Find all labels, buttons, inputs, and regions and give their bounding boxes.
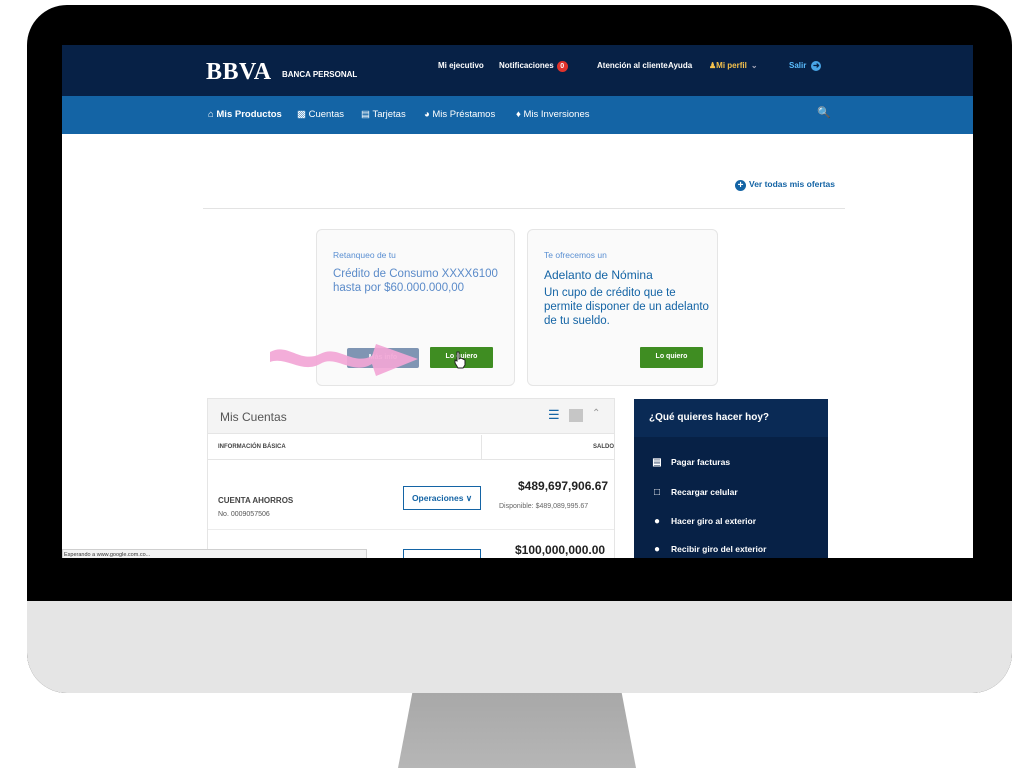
operaciones-label: Operaciones xyxy=(411,493,464,503)
bbva-logo[interactable]: BBVA xyxy=(206,59,272,86)
search-icon[interactable]: 🔍 xyxy=(817,106,831,119)
mi-ejecutivo-link[interactable]: Mi ejecutivo xyxy=(438,61,484,70)
cuentas-icon: ▩ xyxy=(297,109,306,120)
ver-todas-ofertas-link[interactable]: + Ver todas mis ofertas xyxy=(735,179,835,191)
browser-viewport: BBVA BANCA PERSONAL Mi ejecutivo Notific… xyxy=(62,45,973,558)
monitor-chin xyxy=(27,601,1012,693)
chevron-up-icon[interactable]: ⌃ xyxy=(592,408,600,419)
action-label: Recargar celular xyxy=(671,487,738,497)
browser-status-bar: Esperando a www.google.com.co... xyxy=(62,549,367,558)
row-separator xyxy=(208,529,614,530)
desktop-mockup: BBVA BANCA PERSONAL Mi ejecutivo Notific… xyxy=(0,0,1024,768)
quick-actions-panel: ¿Qué quieres hacer hoy? ▤ Pagar facturas … xyxy=(634,399,828,558)
logo-subtitle: BANCA PERSONAL xyxy=(282,70,358,79)
money-bag-icon: ● xyxy=(653,516,661,527)
section-divider xyxy=(203,208,845,209)
account-balance: $100,000,000.00 xyxy=(515,543,606,557)
mis-cuentas-panel: Mis Cuentas ☰ ⌃ INFORMACIÓN BÁSICA SALDO… xyxy=(207,398,615,558)
available-balance: Disponible: $489,089,995.67 xyxy=(499,503,589,510)
chevron-down-icon: ∨ xyxy=(465,493,473,503)
notificaciones-label: Notificaciones xyxy=(499,61,554,70)
account-name[interactable]: CUENTA AHORROS xyxy=(218,496,293,505)
offer-title: Crédito de Consumo XXXX6100 hasta por $6… xyxy=(333,268,498,294)
logout-icon: ➜ xyxy=(811,61,822,71)
nav-label: Mis Préstamos xyxy=(432,109,496,120)
chart-view-icon[interactable] xyxy=(569,409,583,422)
mis-cuentas-title: Mis Cuentas xyxy=(220,410,287,424)
action-label: Recibir giro del exterior xyxy=(671,544,767,554)
pointer-arrow-annotation xyxy=(270,344,418,376)
top-header: BBVA BANCA PERSONAL Mi ejecutivo Notific… xyxy=(62,45,973,96)
account-number: No. 0009057506 xyxy=(218,511,270,518)
offer-title: Adelanto de Nómina xyxy=(544,268,653,282)
home-icon: ⌂ xyxy=(208,109,214,120)
chevron-down-icon: ⌄ xyxy=(750,61,758,70)
nav-label: Mis Inversiones xyxy=(523,109,590,120)
column-header-info: INFORMACIÓN BÁSICA xyxy=(218,444,286,450)
operaciones-dropdown[interactable]: Operaciones ∨ xyxy=(403,486,481,510)
offer-intro: Te ofrecemos un xyxy=(544,250,607,260)
offer-intro: Retanqueo de tu xyxy=(333,250,396,260)
column-divider xyxy=(481,435,482,460)
operaciones-dropdown[interactable] xyxy=(403,549,481,558)
nav-label: Cuentas xyxy=(308,109,345,120)
mis-cuentas-header: Mis Cuentas ☰ ⌃ xyxy=(208,399,614,434)
salir-label: Salir xyxy=(789,61,807,70)
card-icon: ▤ xyxy=(361,109,370,120)
nav-label: Tarjetas xyxy=(372,109,406,120)
action-label: Hacer giro al exterior xyxy=(671,516,757,526)
investment-icon: ♦ xyxy=(516,109,521,120)
column-header-saldo: SALDO xyxy=(593,444,614,450)
hand-cursor-icon xyxy=(454,351,466,369)
ayuda-link[interactable]: Ayuda xyxy=(668,61,692,70)
nav-mis-inversiones[interactable]: ♦ Mis Inversiones xyxy=(516,109,590,120)
hacer-giro-exterior-link[interactable]: ● Hacer giro al exterior xyxy=(651,516,756,527)
header-separator xyxy=(208,459,614,460)
nav-cuentas[interactable]: ▩ Cuentas xyxy=(297,109,344,120)
recargar-celular-link[interactable]: □ Recargar celular xyxy=(651,487,738,498)
money-bag-icon: ● xyxy=(653,544,661,555)
recibir-giro-exterior-link[interactable]: ● Recibir giro del exterior xyxy=(651,544,766,555)
nav-mis-productos[interactable]: ⌂ Mis Productos xyxy=(208,109,282,120)
quick-actions-header: ¿Qué quieres hacer hoy? xyxy=(634,399,828,437)
mi-perfil-dropdown[interactable]: ♟Mi perfil ⌄ xyxy=(709,61,758,70)
list-view-icon[interactable]: ☰ xyxy=(548,407,560,423)
notification-badge: 0 xyxy=(556,61,568,72)
nav-tarjetas[interactable]: ▤ Tarjetas xyxy=(361,109,406,120)
nav-label: Mis Productos xyxy=(216,109,282,120)
ver-ofertas-label: Ver todas mis ofertas xyxy=(749,179,835,189)
nav-mis-prestamos[interactable]: ◕ Mis Préstamos xyxy=(424,109,495,120)
lo-quiero-button[interactable]: Lo quiero xyxy=(640,347,703,368)
phone-topup-icon: □ xyxy=(653,487,661,498)
main-nav: ⌂ Mis Productos ▩ Cuentas ▤ Tarjetas ◕ M… xyxy=(62,96,973,134)
invoice-icon: ▤ xyxy=(652,457,662,468)
atencion-cliente-link[interactable]: Atención al cliente xyxy=(597,61,668,70)
monitor-stand xyxy=(398,693,636,768)
quick-actions-title: ¿Qué quieres hacer hoy? xyxy=(649,412,770,423)
plus-circle-icon: + xyxy=(735,180,746,191)
notificaciones-link[interactable]: Notificaciones 0 xyxy=(499,61,568,72)
mi-perfil-label: Mi perfil xyxy=(716,61,747,70)
loan-icon: ◕ xyxy=(424,109,430,120)
salir-button[interactable]: Salir ➜ xyxy=(789,61,822,71)
action-label: Pagar facturas xyxy=(671,457,731,467)
pagar-facturas-link[interactable]: ▤ Pagar facturas xyxy=(651,457,730,468)
offer-card-adelanto-nomina: Te ofrecemos un Adelanto de Nómina Un cu… xyxy=(527,229,718,386)
offer-description: Un cupo de crédito que te permite dispon… xyxy=(544,287,709,327)
account-balance: $489,697,906.67 xyxy=(518,479,609,493)
